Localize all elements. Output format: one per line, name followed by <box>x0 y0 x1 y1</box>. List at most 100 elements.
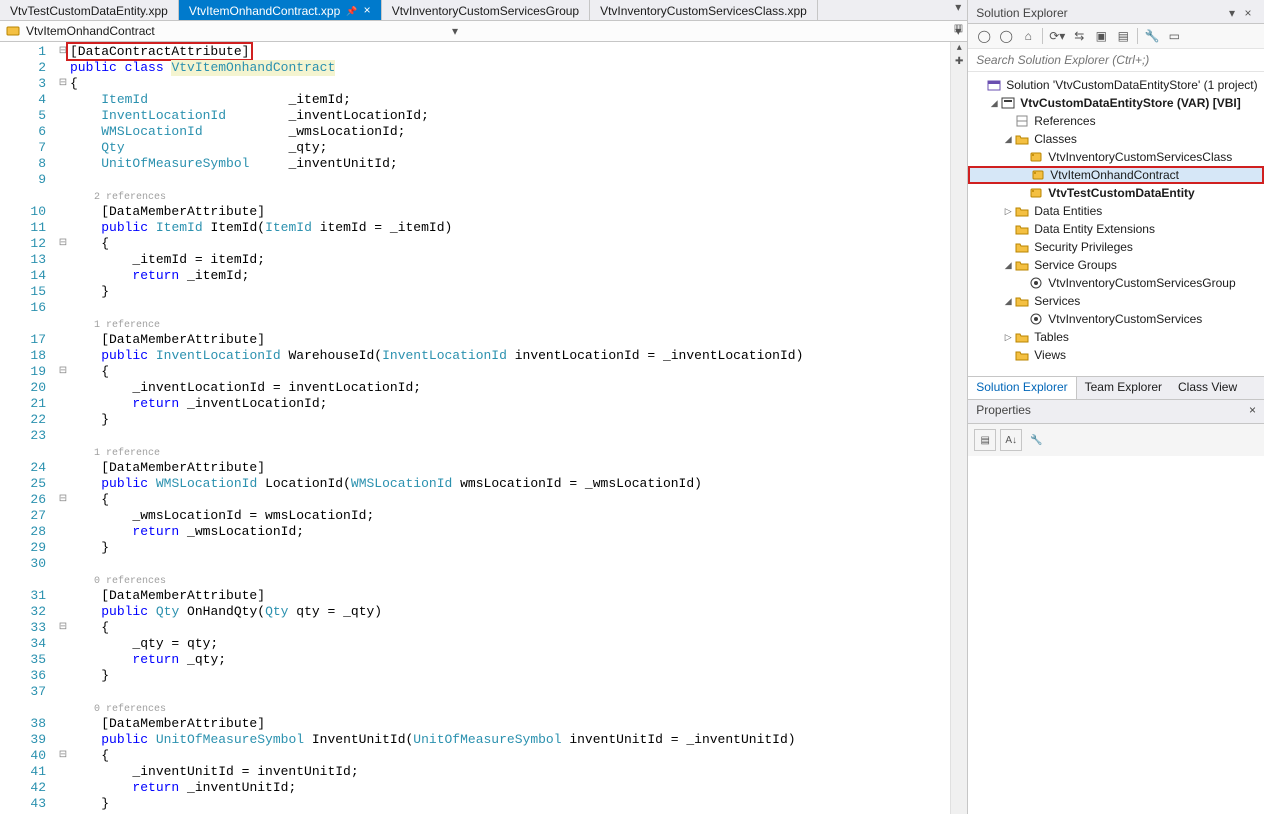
expand-icon[interactable]: ◢ <box>1002 296 1014 307</box>
vertical-scrollbar[interactable]: ▴ ✚ <box>950 42 967 814</box>
code-line[interactable]: { <box>70 236 950 252</box>
nav-dropdown-type[interactable]: VtvItemOnhandContract <box>26 24 446 38</box>
code-line[interactable]: } <box>70 668 950 684</box>
code-line[interactable]: { <box>70 76 950 92</box>
show-all-icon[interactable]: ▤ <box>1113 26 1133 46</box>
scroll-up-icon[interactable]: ▴ <box>951 42 967 56</box>
code-line[interactable]: return _qty; <box>70 652 950 668</box>
tree-item[interactable]: VtvTestCustomDataEntity <box>968 184 1264 202</box>
expand-icon[interactable]: ◢ <box>1002 260 1014 271</box>
fold-toggle[interactable]: ⊟ <box>56 492 70 508</box>
pin-icon[interactable]: 📌 <box>346 6 357 17</box>
code-line[interactable]: [DataContractAttribute] <box>70 44 950 60</box>
code-line[interactable]: return _inventUnitId; <box>70 780 950 796</box>
search-input[interactable] <box>968 49 1264 71</box>
expand-icon[interactable]: ◢ <box>1002 134 1014 145</box>
editor-tab[interactable]: VtvInventoryCustomServicesClass.xpp <box>590 0 818 20</box>
back-icon[interactable]: ◯ <box>974 26 994 46</box>
code-line[interactable]: public WMSLocationId LocationId(WMSLocat… <box>70 476 950 492</box>
code-line[interactable]: { <box>70 620 950 636</box>
tree-item[interactable]: Security Privileges <box>968 238 1264 256</box>
categorized-icon[interactable]: ▤ <box>974 429 996 451</box>
properties-grid[interactable] <box>968 456 1264 814</box>
code-line[interactable]: _qty = qty; <box>70 636 950 652</box>
code-line[interactable]: return _inventLocationId; <box>70 396 950 412</box>
code-line[interactable]: InventLocationId _inventLocationId; <box>70 108 950 124</box>
code-line[interactable] <box>70 556 950 572</box>
tree-item[interactable]: VtvInventoryCustomServices <box>968 310 1264 328</box>
code-line[interactable]: } <box>70 540 950 556</box>
code-line[interactable]: { <box>70 492 950 508</box>
tree-item[interactable]: References <box>968 112 1264 130</box>
code-line[interactable] <box>70 172 950 188</box>
code-line[interactable]: return _wmsLocationId; <box>70 524 950 540</box>
tree-item[interactable]: ▷Tables <box>968 328 1264 346</box>
code-line[interactable] <box>70 300 950 316</box>
editor-tab[interactable]: VtvItemOnhandContract.xpp📌× <box>179 0 382 20</box>
code-line[interactable]: { <box>70 748 950 764</box>
solution-tree[interactable]: Solution 'VtvCustomDataEntityStore' (1 p… <box>968 72 1264 376</box>
close-icon[interactable]: × <box>1249 403 1256 423</box>
forward-icon[interactable]: ◯ <box>996 26 1016 46</box>
code-line[interactable]: 1 reference <box>70 316 950 332</box>
code-line[interactable]: WMSLocationId _wmsLocationId; <box>70 124 950 140</box>
code-line[interactable]: [DataMemberAttribute] <box>70 716 950 732</box>
code-line[interactable]: [DataMemberAttribute] <box>70 332 950 348</box>
tree-item[interactable]: ◢Service Groups <box>968 256 1264 274</box>
tree-item[interactable]: VtvInventoryCustomServicesClass <box>968 148 1264 166</box>
fold-toggle[interactable]: ⊟ <box>56 236 70 252</box>
tree-item[interactable]: ◢Classes <box>968 130 1264 148</box>
panel-tab[interactable]: Team Explorer <box>1077 377 1170 399</box>
close-icon[interactable]: × <box>1240 6 1256 20</box>
code-line[interactable]: UnitOfMeasureSymbol _inventUnitId; <box>70 156 950 172</box>
code-line[interactable]: [DataMemberAttribute] <box>70 460 950 476</box>
editor-tab[interactable]: VtvInventoryCustomServicesGroup <box>382 0 590 20</box>
code-line[interactable] <box>70 428 950 444</box>
fold-column[interactable]: ⊟⊟⊟⊟⊟⊟⊟ <box>56 42 70 814</box>
expand-icon[interactable]: ▷ <box>1002 206 1014 217</box>
code-line[interactable]: _wmsLocationId = wmsLocationId; <box>70 508 950 524</box>
expand-icon[interactable]: ◢ <box>988 98 1000 109</box>
code-line[interactable]: [DataMemberAttribute] <box>70 204 950 220</box>
tree-item[interactable]: VtvInventoryCustomServicesGroup <box>968 274 1264 292</box>
expand-icon[interactable]: ▷ <box>1002 332 1014 343</box>
chevron-down-icon[interactable]: ▾ <box>446 24 464 38</box>
code-line[interactable]: 1 reference <box>70 444 950 460</box>
editor-tab[interactable]: VtvTestCustomDataEntity.xpp <box>0 0 179 20</box>
code-line[interactable]: Qty _qty; <box>70 140 950 156</box>
expand-icon[interactable]: ✚ <box>951 56 967 70</box>
sync-icon[interactable]: ⇆ <box>1069 26 1089 46</box>
code-line[interactable]: _inventLocationId = inventLocationId; <box>70 380 950 396</box>
tree-item[interactable]: ◢VtvCustomDataEntityStore (VAR) [VBI] <box>968 94 1264 112</box>
fold-toggle[interactable]: ⊟ <box>56 620 70 636</box>
collapse-all-icon[interactable]: ▣ <box>1091 26 1111 46</box>
code-line[interactable]: public InventLocationId WarehouseId(Inve… <box>70 348 950 364</box>
code-line[interactable] <box>70 684 950 700</box>
panel-tab[interactable]: Class View <box>1170 377 1245 399</box>
tree-item[interactable]: VtvItemOnhandContract <box>968 166 1264 184</box>
code-line[interactable]: public class VtvItemOnhandContract <box>70 60 950 76</box>
solution-explorer-search[interactable] <box>968 49 1264 72</box>
code-line[interactable]: } <box>70 796 950 812</box>
fold-toggle[interactable]: ⊟ <box>56 76 70 92</box>
close-icon[interactable]: × <box>363 4 370 18</box>
code-line[interactable]: } <box>70 284 950 300</box>
tree-item[interactable]: ◢Services <box>968 292 1264 310</box>
code-line[interactable]: return _itemId; <box>70 268 950 284</box>
code-line[interactable]: _inventUnitId = inventUnitId; <box>70 764 950 780</box>
preview-icon[interactable]: ▭ <box>1164 26 1184 46</box>
code-line[interactable]: { <box>70 364 950 380</box>
code-line[interactable]: 2 references <box>70 188 950 204</box>
code-line[interactable]: ItemId _itemId; <box>70 92 950 108</box>
panel-tab[interactable]: Solution Explorer <box>968 377 1076 399</box>
tree-item[interactable]: ▷Data Entities <box>968 202 1264 220</box>
tree-item[interactable]: Data Entity Extensions <box>968 220 1264 238</box>
alphabetical-icon[interactable]: A↓ <box>1000 429 1022 451</box>
fold-toggle[interactable]: ⊟ <box>56 364 70 380</box>
fold-toggle[interactable]: ⊟ <box>56 748 70 764</box>
tab-overflow-icon[interactable]: ▾ <box>949 0 967 20</box>
code-line[interactable]: _itemId = itemId; <box>70 252 950 268</box>
wrench-icon[interactable]: 🔧 <box>1026 430 1046 450</box>
split-button[interactable]: ▥ <box>954 23 963 34</box>
tree-item[interactable]: Solution 'VtvCustomDataEntityStore' (1 p… <box>968 76 1264 94</box>
